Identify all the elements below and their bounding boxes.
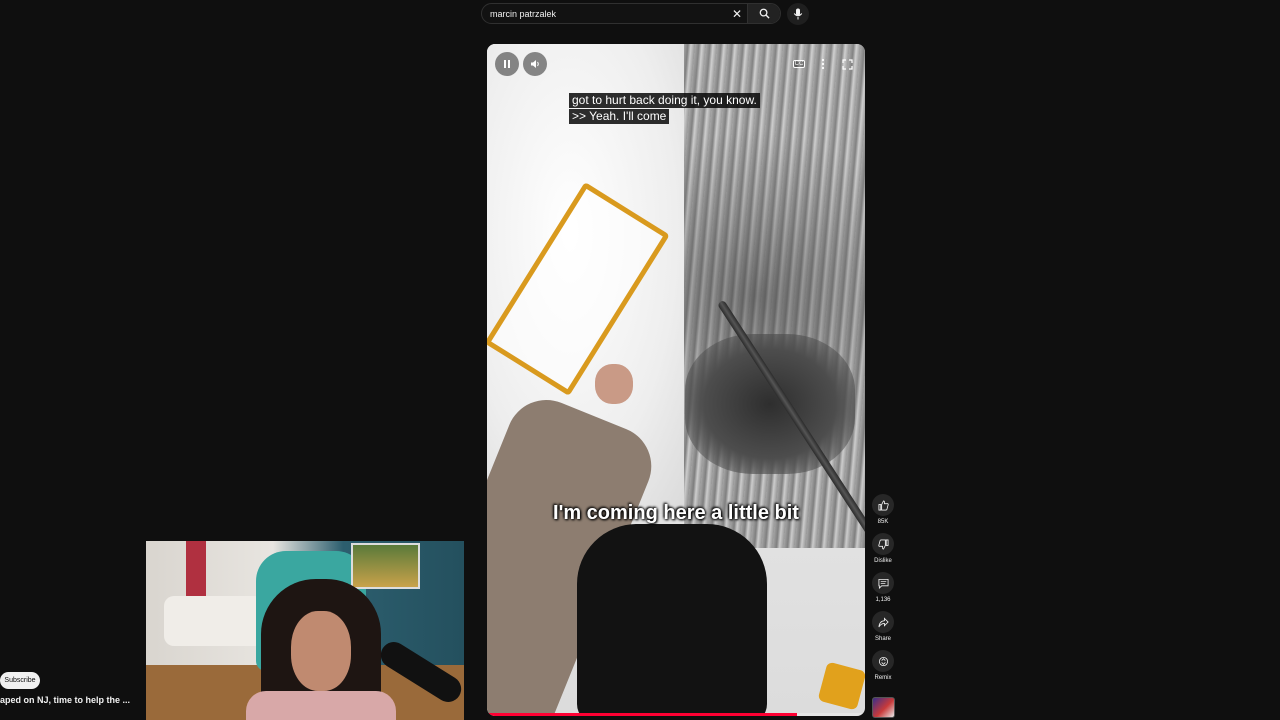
microphone-icon [793, 8, 803, 20]
fullscreen-button[interactable] [838, 55, 856, 73]
comment-icon [878, 578, 888, 589]
video-title[interactable]: aped on NJ, time to help the ... [0, 695, 140, 705]
webcam-painting [351, 543, 420, 589]
dislike-label: Dislike [874, 558, 892, 564]
webcam-person-face [291, 611, 351, 691]
progress-fill [487, 713, 797, 716]
search-bar: ✕ [481, 3, 781, 24]
comment-button[interactable] [872, 572, 894, 594]
remix-label: Remix [874, 675, 892, 681]
share-action: Share [870, 611, 896, 650]
more-options-button[interactable] [814, 55, 832, 73]
pause-button[interactable] [495, 52, 519, 76]
volume-button[interactable] [523, 52, 547, 76]
captions-button[interactable]: CC [790, 55, 808, 73]
search-input[interactable] [482, 3, 727, 24]
search-icon [759, 8, 770, 19]
caption-line: got to hurt back doing it, you know. [569, 93, 760, 108]
closed-captions: got to hurt back doing it, you know. >> … [569, 92, 760, 124]
webcam-curtain [186, 541, 206, 601]
channel-avatar[interactable] [872, 697, 895, 718]
subscribe-button[interactable]: Subscribe [0, 672, 40, 689]
remix-icon [878, 656, 888, 666]
shorts-video-player[interactable]: CC got to hurt back doing it, you know. … [487, 44, 865, 716]
dislike-button[interactable] [872, 533, 894, 555]
burned-in-caption: I'm coming here a little bit [553, 502, 799, 524]
webcam-bed [164, 596, 264, 646]
like-icon [878, 500, 889, 510]
comment-count: 1,136 [875, 597, 891, 603]
like-button[interactable] [872, 494, 894, 516]
video-frame-shovel-grip [817, 661, 865, 711]
dislike-icon [877, 539, 888, 549]
remix-button[interactable] [872, 650, 894, 672]
more-vert-icon [821, 58, 825, 70]
comment-action: 1,136 [870, 572, 896, 611]
pause-icon [504, 60, 510, 68]
remix-action: Remix [870, 650, 896, 689]
like-count: 85K [877, 519, 889, 525]
cc-icon: CC [792, 60, 806, 68]
share-label: Share [874, 636, 891, 642]
webcam-person-shirt [246, 691, 396, 720]
progress-bar[interactable] [487, 713, 865, 716]
close-icon[interactable]: ✕ [727, 4, 747, 23]
like-action: 85K [870, 494, 896, 533]
shorts-action-rail: 85K Dislike 1,136 Share Remix [870, 494, 896, 689]
fullscreen-icon [841, 58, 853, 70]
video-frame-legs [577, 524, 767, 716]
voice-search-button[interactable] [787, 3, 809, 25]
share-button[interactable] [872, 611, 894, 633]
caption-line: >> Yeah. I'll come [569, 109, 670, 124]
video-frame-hand [595, 364, 633, 404]
search-button[interactable] [747, 4, 780, 23]
volume-icon [530, 60, 539, 68]
streamer-webcam-overlay [146, 541, 464, 720]
video-frame-shadow [685, 334, 855, 474]
share-icon [878, 616, 889, 627]
dislike-action: Dislike [870, 533, 896, 572]
